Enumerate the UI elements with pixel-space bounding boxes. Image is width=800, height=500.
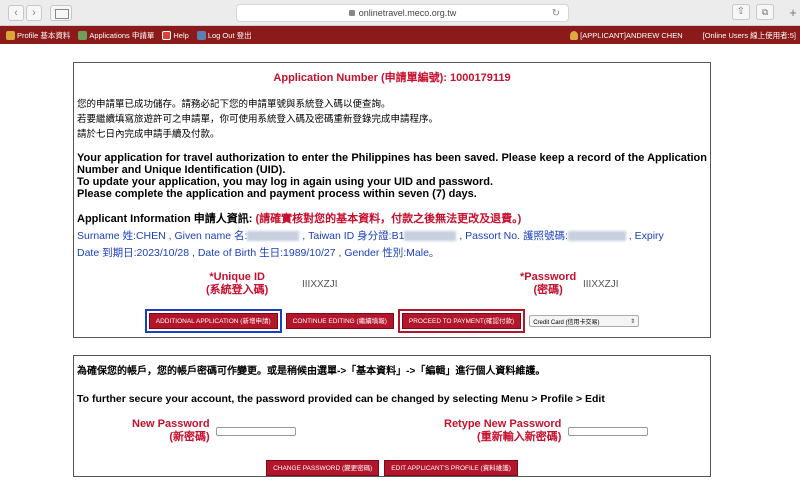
menu-profile[interactable]: Profile 基本資料 <box>6 30 70 41</box>
online-users-count: [Online Users 線上使用者:5] <box>702 30 796 40</box>
lock-icon <box>348 10 355 16</box>
app-menu-bar: Profile 基本資料 Applications 申請單 Help Log O… <box>0 26 800 44</box>
current-user-label: [APPLICANT]ANDREW CHEN <box>580 30 683 40</box>
menu-applications[interactable]: Applications 申請單 <box>78 30 154 41</box>
notice-chinese: 您的申請單已成功儲存。請務必記下您的申請單號與系統登入碼以便查詢。 若要繼續填寫… <box>74 97 710 142</box>
uid-value: IIIXXZJI <box>302 279 338 290</box>
change-password-panel: 為確保您的帳戶，您的帳戶密碼可作變更。或是稍候由選單->「基本資料」->「編輯」… <box>73 355 711 477</box>
menu-applications-label: Applications 申請單 <box>89 30 155 40</box>
payment-highlight: PROCEED TO PAYMENT(確認付款) <box>397 309 526 333</box>
menu-help[interactable]: Help <box>162 30 189 40</box>
select-arrows-icon: ⇕ <box>630 318 636 325</box>
action-buttons: ADDITIONAL APPLICATION (新增申請) CONTINUE E… <box>74 309 710 333</box>
password-label-zh: (密碼) <box>533 284 563 296</box>
menu-help-label: Help <box>173 30 189 40</box>
new-password-label-zh: (新密碼) <box>169 431 210 443</box>
menu-profile-label: Profile 基本資料 <box>17 30 71 40</box>
password-value: IIIXXZJI <box>583 279 619 290</box>
logout-icon <box>196 30 206 40</box>
proceed-to-payment-button[interactable]: PROCEED TO PAYMENT(確認付款) <box>401 313 522 329</box>
menu-logout-label: Log Out 登出 <box>207 30 252 40</box>
dates-gender-line: Date 到期日:2023/10/28 , Date of Birth 生日:1… <box>77 247 440 259</box>
payment-method-value: Credit Card (信用卡交易) <box>533 319 600 326</box>
sidebar-toggle-icon[interactable] <box>50 4 72 21</box>
notice-zh-line: 請於七日內完成申請手續及付款。 <box>77 129 220 140</box>
user-icon <box>570 30 579 40</box>
redacted-passport <box>567 231 626 242</box>
applicant-heading-label: Applicant Information 申請人資訊: <box>77 213 256 225</box>
address-bar[interactable]: onlinetravel.meco.org.tw ↻ <box>236 4 569 22</box>
new-password-input[interactable] <box>216 427 296 436</box>
surname-given-label: Surname 姓:CHEN , Given name 名: <box>77 230 248 242</box>
nav-buttons: ‹ › <box>8 4 42 21</box>
password-action-buttons: CHANGE PASSWORD (變更密碼) EDIT APPLICANT'S … <box>74 460 710 476</box>
uid-label: *Unique ID (系統登入碼) <box>206 271 268 297</box>
menu-logout[interactable]: Log Out 登出 <box>196 30 252 41</box>
new-password-label: New Password (新密碼) <box>132 418 210 444</box>
uid-label-zh: (系統登入碼) <box>206 284 269 296</box>
password-label-en: *Password <box>520 271 577 283</box>
taiwan-id-label: , Taiwan ID 身分證:B1 <box>299 230 405 242</box>
retype-password-input[interactable] <box>568 427 648 436</box>
application-number: Application Number (申請單編號): 1000179119 <box>273 72 511 84</box>
uid-label-en: *Unique ID <box>209 271 265 283</box>
forward-button[interactable]: › <box>26 4 42 21</box>
profile-icon <box>6 30 15 40</box>
application-saved-panel: Application Number (申請單編號): 1000179119 您… <box>73 62 711 338</box>
tabs-overview-icon[interactable]: ⧉ <box>756 4 774 20</box>
url-text: onlinetravel.meco.org.tw <box>358 8 457 18</box>
retype-password-label: Retype New Password (重新輸入新密碼) <box>444 418 561 444</box>
applicant-info-heading: Applicant Information 申請人資訊: (請確實核對您的基本資… <box>74 210 710 226</box>
notice-en-line: Please complete the application and paym… <box>77 188 477 200</box>
notice-english: Your application for travel authorizatio… <box>74 152 710 200</box>
new-password-label-en: New Password <box>132 418 210 430</box>
applicant-details: Surname 姓:CHEN , Given name 名: , Taiwan … <box>74 228 710 262</box>
notice-zh-line: 您的申請單已成功儲存。請務必記下您的申請單號與系統登入碼以便查詢。 <box>77 99 391 110</box>
share-icon[interactable]: ⇧ <box>732 4 750 20</box>
security-notice-en: To further secure your account, the pass… <box>77 393 605 405</box>
change-password-button[interactable]: CHANGE PASSWORD (變更密碼) <box>266 460 380 476</box>
new-tab-icon[interactable]: + <box>786 4 800 22</box>
notice-zh-line: 若要繼續填寫旅遊許可之申請單，你可使用系統登入碼及密碼重新登錄完成申請程序。 <box>77 114 439 125</box>
edit-profile-button[interactable]: EDIT APPLICANT'S PROFILE (資料維護) <box>384 460 518 476</box>
expiry-label: , Expiry <box>625 230 664 242</box>
current-user: [APPLICANT]ANDREW CHEN <box>570 30 683 40</box>
reload-icon[interactable]: ↻ <box>552 8 560 19</box>
continue-editing-button[interactable]: CONTINUE EDITING (繼續填報) <box>285 313 394 329</box>
retype-password-label-zh: (重新輸入新密碼) <box>477 431 562 443</box>
applicant-warning: (請確實核對您的基本資料，付款之後無法更改及退費。) <box>255 213 522 225</box>
redacted-taiwan-id <box>404 231 457 242</box>
browser-toolbar: ‹ › onlinetravel.meco.org.tw ↻ ⇧ ⧉ + <box>0 0 800 26</box>
additional-application-button[interactable]: ADDITIONAL APPLICATION (新增申請) <box>148 313 278 329</box>
redacted-given-name <box>247 231 300 242</box>
applications-icon <box>78 30 88 40</box>
password-label: *Password (密碼) <box>520 271 576 297</box>
help-icon <box>162 30 172 40</box>
payment-method-select[interactable]: Credit Card (信用卡交易) ⇕ <box>529 315 640 327</box>
notice-en-line: Your application for travel authorizatio… <box>77 152 707 176</box>
retype-password-label-en: Retype New Password <box>444 418 562 430</box>
menu-right-group: [APPLICANT]ANDREW CHEN [Online Users 線上使… <box>570 30 796 41</box>
additional-highlight: ADDITIONAL APPLICATION (新增申請) <box>144 309 282 333</box>
notice-en-line: To update your application, you may log … <box>77 176 494 188</box>
passport-label: , Passort No. 護照號碼: <box>456 230 568 242</box>
back-button[interactable]: ‹ <box>8 4 24 21</box>
security-notice-zh: 為確保您的帳戶，您的帳戶密碼可作變更。或是稍候由選單->「基本資料」->「編輯」… <box>77 366 546 377</box>
